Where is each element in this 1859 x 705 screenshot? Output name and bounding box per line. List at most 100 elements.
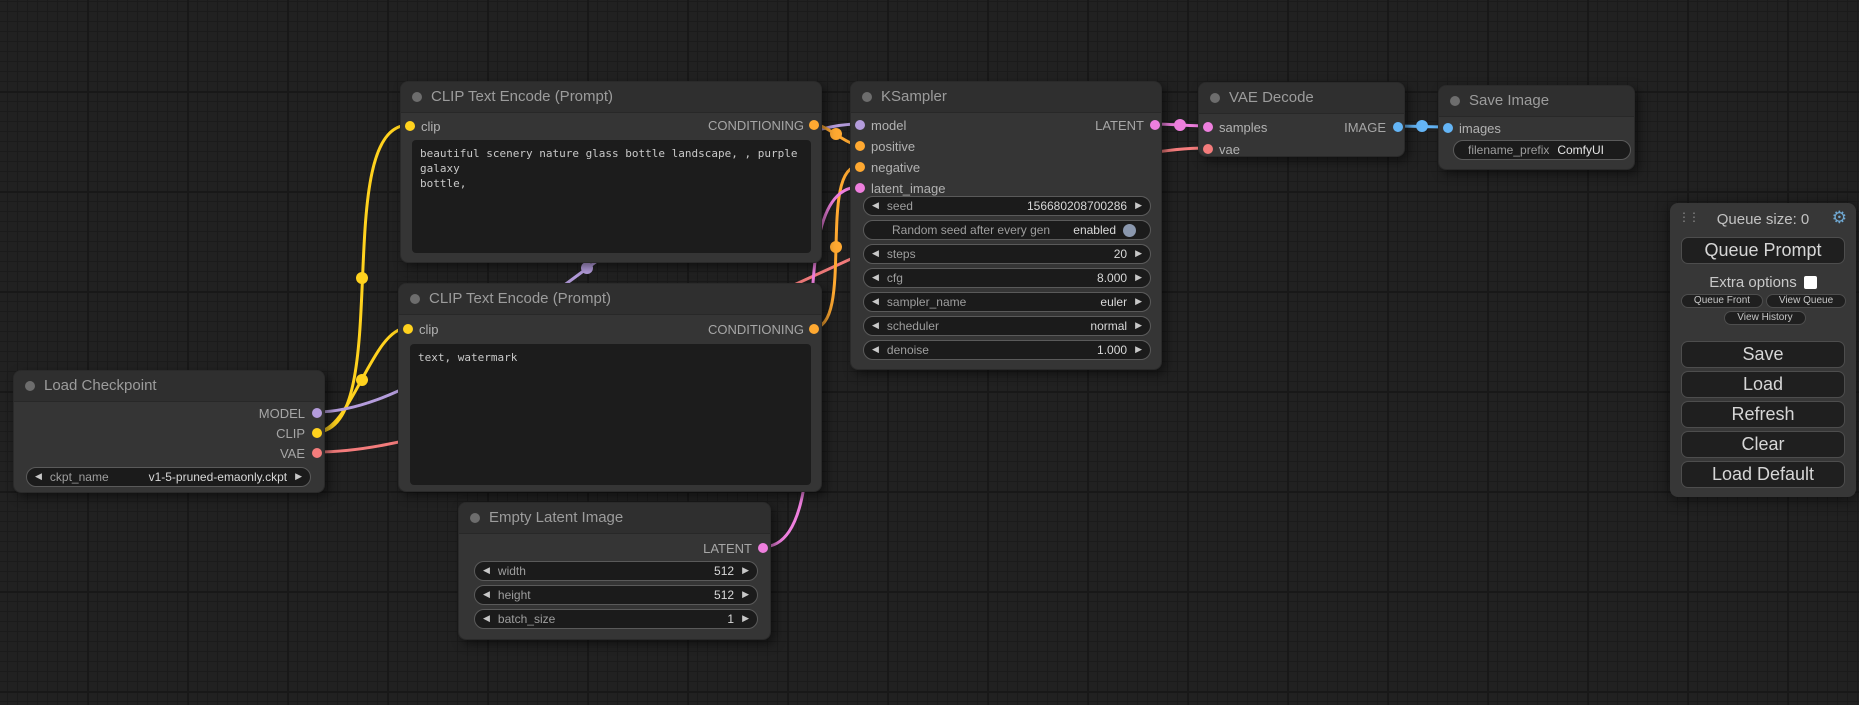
output-port-conditioning[interactable]: [809, 324, 819, 334]
output-port-latent[interactable]: [1150, 120, 1160, 130]
output-label-latent: LATENT: [703, 541, 752, 556]
collapse-dot-icon[interactable]: [1210, 93, 1220, 103]
node-title: VAE Decode: [1229, 89, 1314, 106]
output-port-image[interactable]: [1393, 122, 1403, 132]
node-ksampler[interactable]: KSampler model positive negative latent_…: [850, 81, 1162, 370]
prompt-textarea[interactable]: text, watermark: [410, 344, 811, 485]
right-arrow-icon[interactable]: ▶: [1127, 293, 1150, 311]
node-empty-latent-image[interactable]: Empty Latent Image LATENT ◀ width 512 ▶ …: [458, 502, 771, 640]
left-arrow-icon[interactable]: ◀: [475, 610, 498, 628]
load-button[interactable]: Load: [1681, 371, 1845, 398]
right-arrow-icon[interactable]: ▶: [287, 468, 310, 486]
left-arrow-icon[interactable]: ◀: [475, 562, 498, 580]
output-port-clip[interactable]: [312, 428, 322, 438]
view-queue-button[interactable]: View Queue: [1766, 294, 1846, 308]
left-arrow-icon[interactable]: ◀: [27, 468, 50, 486]
input-port-clip[interactable]: [403, 324, 413, 334]
left-arrow-icon[interactable]: ◀: [475, 586, 498, 604]
node-title-bar[interactable]: CLIP Text Encode (Prompt): [401, 82, 821, 113]
input-label-images: images: [1459, 121, 1501, 136]
output-port-model[interactable]: [312, 408, 322, 418]
right-arrow-icon[interactable]: ▶: [1127, 317, 1150, 335]
right-arrow-icon[interactable]: ▶: [734, 586, 757, 604]
input-port-samples[interactable]: [1203, 122, 1213, 132]
widget-value: ComfyUI: [1557, 143, 1604, 157]
right-arrow-icon[interactable]: ▶: [1127, 269, 1150, 287]
node-title-bar[interactable]: VAE Decode: [1199, 83, 1404, 114]
right-arrow-icon[interactable]: ▶: [734, 562, 757, 580]
scheduler-widget[interactable]: ◀ scheduler normal ▶: [863, 316, 1151, 336]
node-load-checkpoint[interactable]: Load Checkpoint MODEL CLIP VAE ◀ ckpt_na…: [13, 370, 325, 493]
widget-label: width: [498, 564, 526, 578]
view-history-button[interactable]: View History: [1724, 311, 1806, 325]
output-port-vae[interactable]: [312, 448, 322, 458]
collapse-dot-icon[interactable]: [410, 294, 420, 304]
queue-panel[interactable]: ⋮⋮ Queue size: 0 ⚙ Queue Prompt Extra op…: [1670, 203, 1856, 497]
output-port-latent[interactable]: [758, 543, 768, 553]
gear-icon[interactable]: ⚙: [1832, 209, 1847, 227]
random-seed-widget[interactable]: Random seed after every gen enabled: [863, 220, 1151, 240]
filename-prefix-widget[interactable]: filename_prefix ComfyUI: [1453, 140, 1631, 160]
widget-value: 512: [714, 588, 734, 602]
node-clip-text-encode-negative[interactable]: CLIP Text Encode (Prompt) clip CONDITION…: [398, 283, 822, 492]
collapse-dot-icon[interactable]: [25, 381, 35, 391]
toggle-icon[interactable]: [1123, 224, 1136, 237]
right-arrow-icon[interactable]: ▶: [1127, 341, 1150, 359]
sampler-name-widget[interactable]: ◀ sampler_name euler ▶: [863, 292, 1151, 312]
denoise-widget[interactable]: ◀ denoise 1.000 ▶: [863, 340, 1151, 360]
input-port-images[interactable]: [1443, 123, 1453, 133]
input-label-vae: vae: [1219, 142, 1240, 157]
node-title-bar[interactable]: KSampler: [851, 82, 1161, 113]
extra-options-checkbox[interactable]: [1804, 276, 1817, 289]
left-arrow-icon[interactable]: ◀: [864, 341, 887, 359]
ckpt-name-widget[interactable]: ◀ ckpt_name v1-5-pruned-emaonly.ckpt ▶: [26, 467, 311, 487]
input-port-negative[interactable]: [855, 162, 865, 172]
left-arrow-icon[interactable]: ◀: [864, 197, 887, 215]
collapse-dot-icon[interactable]: [470, 513, 480, 523]
left-arrow-icon[interactable]: ◀: [864, 245, 887, 263]
save-button[interactable]: Save: [1681, 341, 1845, 368]
right-arrow-icon[interactable]: ▶: [1127, 245, 1150, 263]
input-label-model: model: [871, 118, 906, 133]
node-title-bar[interactable]: CLIP Text Encode (Prompt): [399, 284, 821, 315]
input-port-clip[interactable]: [405, 121, 415, 131]
output-label-conditioning: CONDITIONING: [708, 118, 804, 133]
left-arrow-icon[interactable]: ◀: [864, 317, 887, 335]
node-vae-decode[interactable]: VAE Decode samples vae IMAGE: [1198, 82, 1405, 157]
output-label-clip: CLIP: [276, 426, 305, 441]
output-label-model: MODEL: [259, 406, 305, 421]
batch-size-widget[interactable]: ◀ batch_size 1 ▶: [474, 609, 758, 629]
left-arrow-icon[interactable]: ◀: [864, 293, 887, 311]
load-default-button[interactable]: Load Default: [1681, 461, 1845, 488]
output-port-conditioning[interactable]: [809, 120, 819, 130]
queue-prompt-button[interactable]: Queue Prompt: [1681, 237, 1845, 264]
right-arrow-icon[interactable]: ▶: [734, 610, 757, 628]
steps-widget[interactable]: ◀ steps 20 ▶: [863, 244, 1151, 264]
height-widget[interactable]: ◀ height 512 ▶: [474, 585, 758, 605]
collapse-dot-icon[interactable]: [412, 92, 422, 102]
node-title-bar[interactable]: Empty Latent Image: [459, 503, 770, 534]
prompt-textarea[interactable]: beautiful scenery nature glass bottle la…: [412, 140, 811, 253]
widget-label: seed: [887, 199, 913, 213]
node-title-bar[interactable]: Load Checkpoint: [14, 371, 324, 402]
node-title: Empty Latent Image: [489, 509, 623, 526]
width-widget[interactable]: ◀ width 512 ▶: [474, 561, 758, 581]
left-arrow-icon[interactable]: ◀: [864, 269, 887, 287]
input-port-model[interactable]: [855, 120, 865, 130]
collapse-dot-icon[interactable]: [1450, 96, 1460, 106]
collapse-dot-icon[interactable]: [862, 92, 872, 102]
comfyui-canvas[interactable]: { "icons": { "gear": "⚙", "left_arrow": …: [0, 0, 1859, 705]
seed-widget[interactable]: ◀ seed 156680208700286 ▶: [863, 196, 1151, 216]
node-title-bar[interactable]: Save Image: [1439, 86, 1634, 117]
input-port-latent-image[interactable]: [855, 183, 865, 193]
widget-value: 156680208700286: [1027, 199, 1127, 213]
refresh-button[interactable]: Refresh: [1681, 401, 1845, 428]
input-port-positive[interactable]: [855, 141, 865, 151]
node-clip-text-encode-positive[interactable]: CLIP Text Encode (Prompt) clip CONDITION…: [400, 81, 822, 263]
queue-front-button[interactable]: Queue Front: [1681, 294, 1763, 308]
input-port-vae[interactable]: [1203, 144, 1213, 154]
cfg-widget[interactable]: ◀ cfg 8.000 ▶: [863, 268, 1151, 288]
node-save-image[interactable]: Save Image images filename_prefix ComfyU…: [1438, 85, 1635, 170]
right-arrow-icon[interactable]: ▶: [1127, 197, 1150, 215]
clear-button[interactable]: Clear: [1681, 431, 1845, 458]
